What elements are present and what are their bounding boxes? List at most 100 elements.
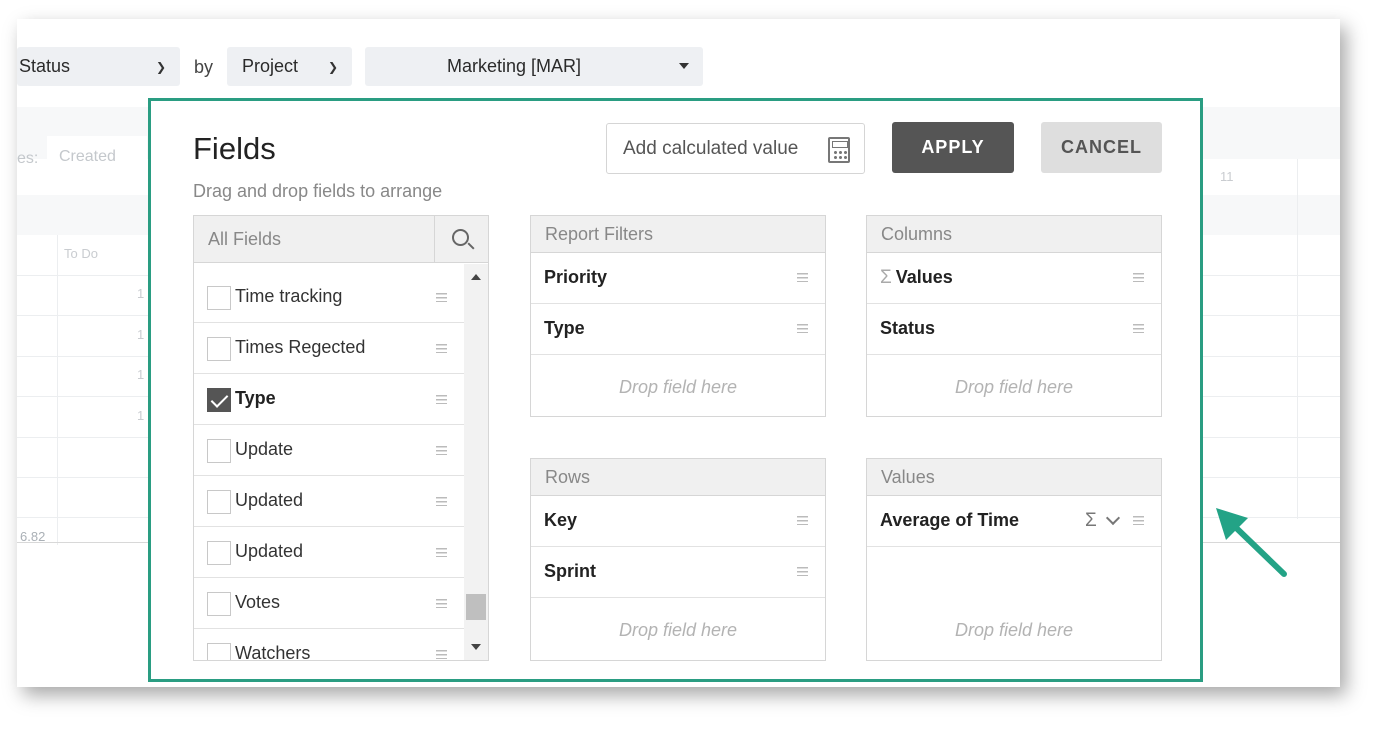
aggregation-sigma-icon[interactable]: Σ bbox=[1085, 510, 1097, 532]
row-item[interactable]: Key bbox=[531, 496, 825, 547]
project-select-label: Project bbox=[242, 56, 299, 76]
drag-handle-icon[interactable] bbox=[797, 516, 808, 525]
drag-handle-icon[interactable] bbox=[436, 344, 447, 353]
scroll-thumb[interactable] bbox=[466, 594, 486, 620]
drop-field-placeholder: Drop field here bbox=[954, 620, 1074, 640]
drag-handle-icon[interactable] bbox=[797, 567, 808, 576]
all-fields-panel: All Fields Time tracking Times Regected … bbox=[193, 215, 489, 661]
calculator-icon bbox=[828, 137, 850, 163]
fields-scrollbar[interactable] bbox=[464, 264, 488, 660]
field-checkbox[interactable] bbox=[207, 490, 231, 514]
value-label: Average of Time bbox=[880, 510, 1020, 530]
field-checkbox[interactable] bbox=[207, 592, 231, 616]
field-label: Type bbox=[235, 388, 276, 408]
grid-line bbox=[57, 235, 58, 545]
report-filter-label: Priority bbox=[544, 267, 608, 287]
chevron-down-icon: ❯ bbox=[155, 60, 166, 74]
rows-title: Rows bbox=[531, 459, 825, 496]
filter-label: es: bbox=[17, 150, 39, 167]
report-filter-label: Type bbox=[544, 318, 585, 338]
drag-handle-icon[interactable] bbox=[1133, 273, 1144, 282]
drag-handle-icon[interactable] bbox=[797, 324, 808, 333]
field-checkbox[interactable] bbox=[207, 286, 231, 310]
rows-zone[interactable]: Rows Key Sprint Drop field here bbox=[530, 458, 826, 661]
drag-handle-icon[interactable] bbox=[797, 273, 808, 282]
dialog-title: Fields bbox=[193, 131, 276, 166]
drag-handle-icon[interactable] bbox=[436, 395, 447, 404]
dialog-subtitle: Drag and drop fields to arrange bbox=[193, 181, 443, 201]
grid-line bbox=[1297, 159, 1298, 519]
fields-list: Time tracking Times Regected Type Update… bbox=[194, 272, 464, 661]
field-item[interactable]: Updated bbox=[194, 476, 464, 527]
columns-title: Columns bbox=[867, 216, 1161, 253]
field-label: Votes bbox=[235, 592, 281, 612]
column-item[interactable]: Σ Values bbox=[867, 253, 1161, 304]
field-checkbox[interactable] bbox=[207, 337, 231, 361]
drop-field-placeholder: Drop field here bbox=[954, 377, 1074, 397]
value-item[interactable]: Average of Time Σ bbox=[867, 496, 1161, 547]
field-label: Watchers bbox=[235, 643, 311, 661]
drop-field-placeholder: Drop field here bbox=[618, 377, 738, 397]
field-label: Updated bbox=[235, 541, 304, 561]
chevron-down-icon: ❯ bbox=[327, 60, 338, 74]
row-label: Sprint bbox=[544, 561, 596, 581]
field-checkbox[interactable] bbox=[207, 388, 231, 412]
project-select[interactable]: Project ❯ bbox=[227, 47, 352, 86]
all-fields-header: All Fields bbox=[194, 216, 488, 263]
field-checkbox[interactable] bbox=[207, 643, 231, 660]
report-filter-item[interactable]: Type bbox=[531, 304, 825, 355]
cell-value: 1 bbox=[137, 367, 145, 382]
column-item[interactable]: Status bbox=[867, 304, 1161, 355]
values-zone[interactable]: Values Average of Time Σ Drop field here bbox=[866, 458, 1162, 661]
field-label: Update bbox=[235, 439, 294, 459]
apply-button[interactable]: APPLY bbox=[892, 122, 1014, 173]
field-item[interactable]: Watchers bbox=[194, 629, 464, 661]
drag-handle-icon[interactable] bbox=[436, 446, 447, 455]
drag-handle-icon[interactable] bbox=[1133, 516, 1144, 525]
add-calculated-value-label: Add calculated value bbox=[623, 137, 799, 159]
all-fields-label: All Fields bbox=[208, 229, 282, 249]
project-value-label: Marketing [MAR] bbox=[446, 56, 582, 76]
report-filters-zone[interactable]: Report Filters Priority Type Drop field … bbox=[530, 215, 826, 417]
search-icon[interactable] bbox=[452, 229, 469, 246]
field-item[interactable]: Update bbox=[194, 425, 464, 476]
row-label: Key bbox=[544, 510, 578, 530]
add-calculated-value-button[interactable]: Add calculated value bbox=[606, 123, 865, 174]
field-label: Time tracking bbox=[235, 286, 343, 306]
cell-value: 1 bbox=[137, 286, 145, 301]
sigma-icon: Σ bbox=[880, 267, 892, 288]
drag-handle-icon[interactable] bbox=[436, 497, 447, 506]
field-item[interactable]: Type bbox=[194, 374, 464, 425]
column-header-number: 11 bbox=[1220, 169, 1234, 184]
column-header-todo: To Do bbox=[64, 246, 98, 261]
drag-handle-icon[interactable] bbox=[1133, 324, 1144, 333]
scroll-up-icon[interactable] bbox=[471, 274, 481, 280]
row-item[interactable]: Sprint bbox=[531, 547, 825, 598]
field-checkbox[interactable] bbox=[207, 439, 231, 463]
columns-zone[interactable]: Columns Σ Values Status Drop field here bbox=[866, 215, 1162, 417]
status-select[interactable]: Status ❯ bbox=[17, 47, 180, 86]
drag-handle-icon[interactable] bbox=[436, 548, 447, 557]
scroll-down-icon[interactable] bbox=[471, 644, 481, 650]
project-value-select[interactable]: Marketing [MAR] bbox=[365, 47, 703, 86]
drag-handle-icon[interactable] bbox=[436, 293, 447, 302]
field-checkbox[interactable] bbox=[207, 541, 231, 565]
status-select-label: Status bbox=[19, 56, 71, 76]
report-filters-title: Report Filters bbox=[531, 216, 825, 253]
cancel-button[interactable]: CANCEL bbox=[1041, 122, 1162, 173]
values-title: Values bbox=[867, 459, 1161, 496]
fields-dialog: Fields Drag and drop fields to arrange A… bbox=[148, 98, 1203, 682]
chevron-down-icon[interactable] bbox=[1105, 510, 1121, 526]
total-value: 6.82 bbox=[20, 529, 46, 544]
field-item[interactable]: Time tracking bbox=[194, 272, 464, 323]
cell-value: 1 bbox=[137, 408, 145, 423]
drag-handle-icon[interactable] bbox=[436, 599, 447, 608]
field-label: Times Regected bbox=[235, 337, 366, 357]
drag-handle-icon[interactable] bbox=[436, 650, 447, 659]
pointer-arrow-icon bbox=[1216, 508, 1287, 577]
field-item[interactable]: Times Regected bbox=[194, 323, 464, 374]
field-item[interactable]: Updated bbox=[194, 527, 464, 578]
field-item[interactable]: Votes bbox=[194, 578, 464, 629]
report-filter-item[interactable]: Priority bbox=[531, 253, 825, 304]
column-label: Status bbox=[880, 318, 936, 338]
